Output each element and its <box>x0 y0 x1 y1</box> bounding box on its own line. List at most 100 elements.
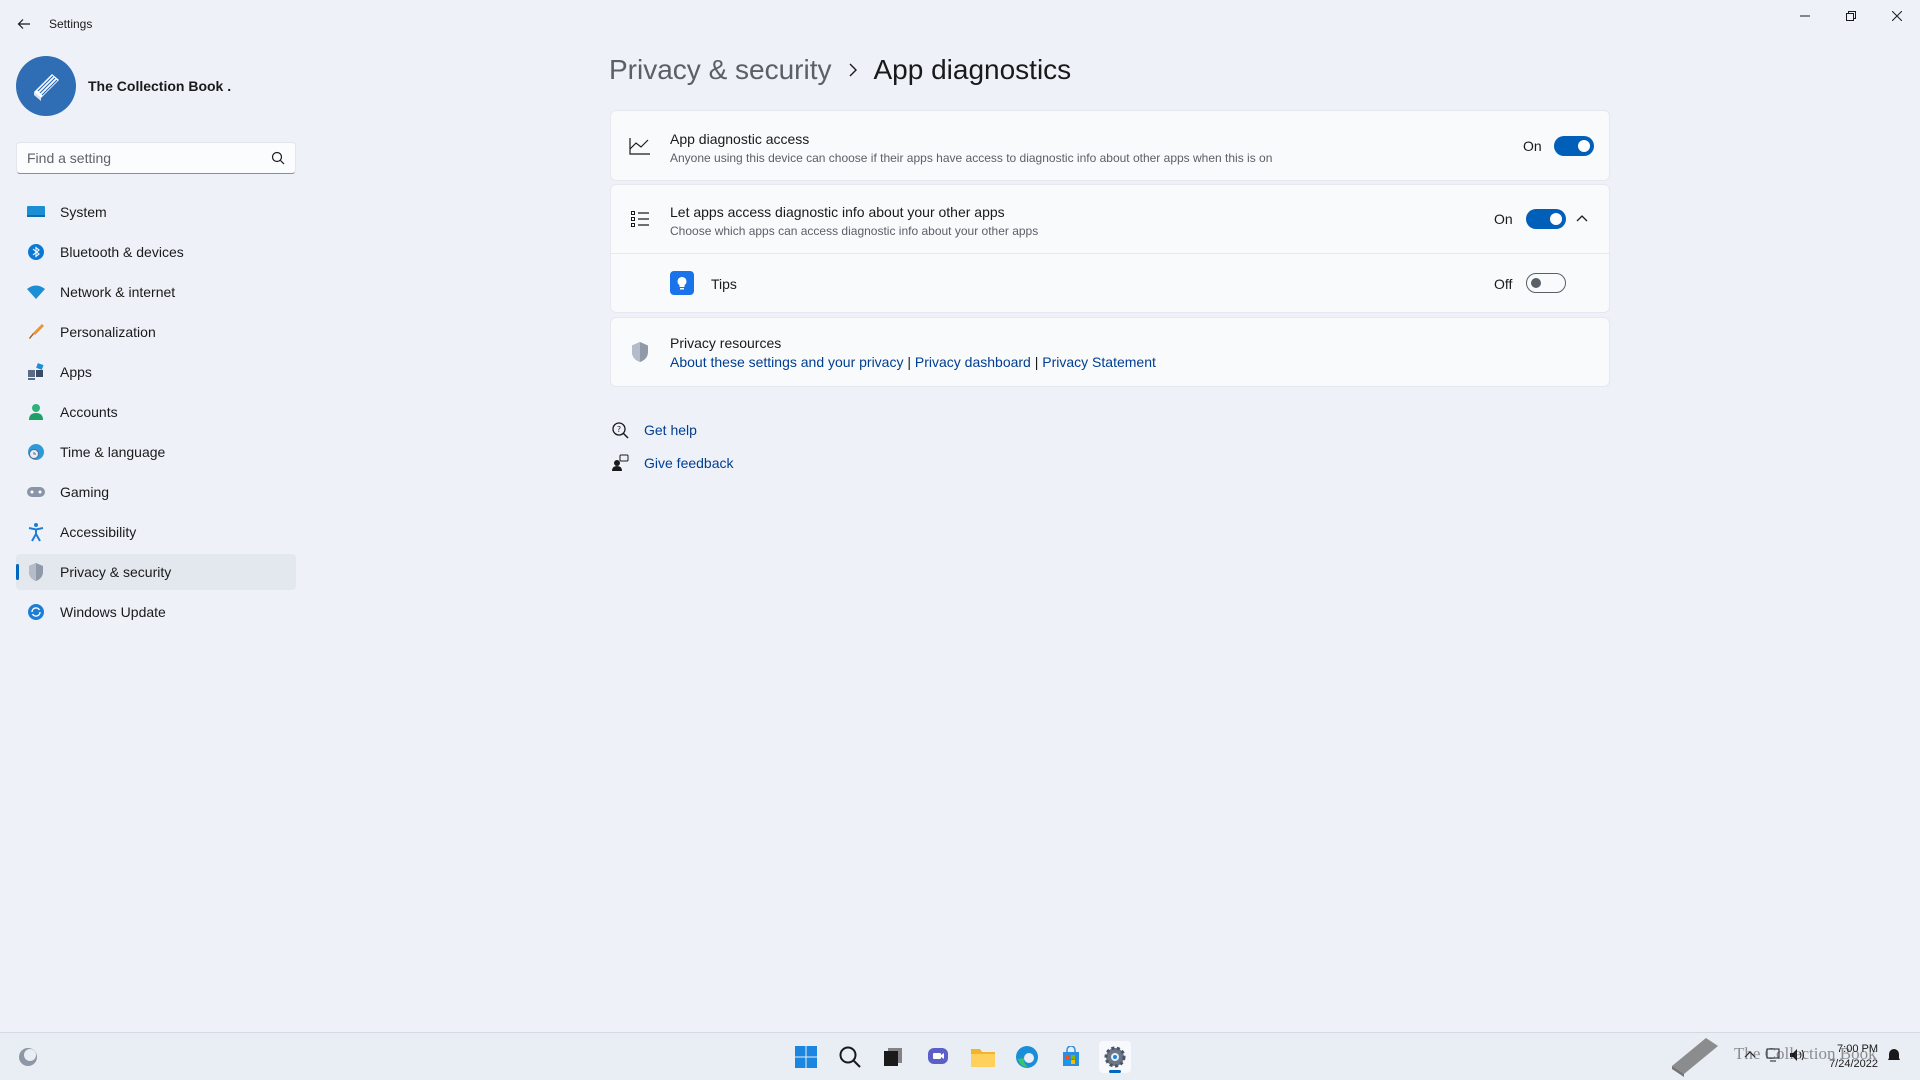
taskbar: 7:00 PM 7/24/2022 <box>0 1032 1920 1080</box>
sidebar-item-apps[interactable]: Apps <box>16 354 296 390</box>
start-icon[interactable] <box>790 1041 822 1073</box>
title-bar: Settings <box>0 0 1920 48</box>
toggle-state-label: On <box>1523 138 1542 154</box>
accessibility-icon <box>26 522 46 542</box>
settings-app-icon[interactable] <box>1099 1041 1131 1073</box>
apps-icon <box>26 362 46 382</box>
page-title: App diagnostics <box>873 54 1072 85</box>
search-box[interactable] <box>16 142 296 174</box>
task-view-icon[interactable] <box>877 1041 909 1073</box>
get-help-icon: ? <box>610 420 630 440</box>
close-button[interactable] <box>1874 0 1920 32</box>
app-diagnostic-toggle[interactable] <box>1554 136 1594 156</box>
wifi-icon <box>26 282 46 302</box>
sidebar-item-label: Time & language <box>60 444 166 460</box>
app-diagnostic-access-card: App diagnostic access Anyone using this … <box>610 110 1610 181</box>
link-separator: | <box>1034 354 1039 370</box>
sidebar-nav: System Bluetooth & devices Network & int… <box>16 194 296 634</box>
widgets-icon[interactable] <box>12 1041 44 1073</box>
privacy-dashboard-link[interactable]: Privacy dashboard <box>915 354 1031 370</box>
user-profile[interactable]: The Collection Book . <box>16 56 231 116</box>
file-explorer-icon[interactable] <box>967 1041 999 1073</box>
setting-description: Choose which apps can access diagnostic … <box>670 224 1039 238</box>
search-icon[interactable] <box>271 151 285 165</box>
sidebar-item-label: Network & internet <box>60 284 176 300</box>
let-apps-access-card: Let apps access diagnostic info about yo… <box>610 184 1610 313</box>
avatar <box>16 56 76 116</box>
chat-icon[interactable] <box>922 1041 954 1073</box>
about-privacy-link[interactable]: About these settings and your privacy <box>670 354 903 370</box>
app-title: Settings <box>49 17 93 31</box>
update-icon <box>26 602 46 622</box>
tips-app-icon <box>670 271 694 295</box>
toggle-state-label: Off <box>1494 276 1513 292</box>
search-input[interactable] <box>17 143 257 173</box>
store-icon[interactable] <box>1055 1041 1087 1073</box>
setting-description: Anyone using this device can choose if t… <box>670 151 1273 165</box>
setting-title: App diagnostic access <box>670 131 810 147</box>
shield-icon <box>26 562 46 582</box>
tips-label: Tips <box>711 276 737 292</box>
breadcrumb-parent[interactable]: Privacy & security <box>609 54 832 86</box>
edge-browser-icon[interactable] <box>1011 1041 1043 1073</box>
diagnostic-chart-icon <box>629 135 651 157</box>
sidebar-item-system[interactable]: System <box>16 194 296 230</box>
setting-title: Privacy resources <box>670 335 782 351</box>
sidebar-item-bluetooth[interactable]: Bluetooth & devices <box>16 234 296 270</box>
restore-icon <box>1846 11 1856 21</box>
sidebar-item-label: Windows Update <box>60 604 166 620</box>
get-help-row[interactable]: ? Get help <box>610 420 697 440</box>
brush-icon <box>26 322 46 342</box>
sidebar-item-accounts[interactable]: Accounts <box>16 394 296 430</box>
give-feedback-row[interactable]: Give feedback <box>610 453 734 473</box>
sidebar-item-time-language[interactable]: Time & language <box>16 434 296 470</box>
back-button[interactable] <box>12 12 36 36</box>
sidebar-item-label: Personalization <box>60 324 156 340</box>
sidebar-item-label: System <box>60 204 107 220</box>
sidebar-item-windows-update[interactable]: Windows Update <box>16 594 296 630</box>
globe-clock-icon <box>26 442 46 462</box>
tips-toggle[interactable] <box>1526 273 1566 293</box>
get-help-link[interactable]: Get help <box>644 422 697 438</box>
sidebar-item-accessibility[interactable]: Accessibility <box>16 514 296 550</box>
notification-icon[interactable] <box>1886 1047 1902 1063</box>
profile-name: The Collection Book . <box>88 78 232 94</box>
svg-text:?: ? <box>617 425 621 434</box>
close-icon <box>1892 11 1902 21</box>
sidebar-item-gaming[interactable]: Gaming <box>16 474 296 510</box>
feedback-icon <box>610 453 630 473</box>
sidebar-item-label: Privacy & security <box>60 564 172 580</box>
toggle-state-label: On <box>1494 211 1513 227</box>
setting-title: Let apps access diagnostic info about yo… <box>670 204 1005 220</box>
bluetooth-icon <box>26 242 46 262</box>
breadcrumb: Privacy & security App diagnostics <box>609 54 1071 86</box>
divider <box>611 253 1609 254</box>
privacy-statement-link[interactable]: Privacy Statement <box>1042 354 1156 370</box>
sidebar-item-label: Bluetooth & devices <box>60 244 184 260</box>
sidebar-item-label: Apps <box>60 364 92 380</box>
list-icon <box>629 208 651 230</box>
sidebar-item-label: Gaming <box>60 484 110 500</box>
chevron-up-icon[interactable] <box>1574 211 1590 227</box>
person-icon <box>26 402 46 422</box>
privacy-links: About these settings and your privacy | … <box>670 354 1156 370</box>
minimize-button[interactable] <box>1782 0 1828 32</box>
chevron-right-icon <box>848 63 858 77</box>
link-separator: | <box>907 354 911 370</box>
give-feedback-link[interactable]: Give feedback <box>644 455 734 471</box>
watermark-text: The Collection Book <box>1734 1044 1877 1063</box>
sidebar-item-network[interactable]: Network & internet <box>16 274 296 310</box>
restore-button[interactable] <box>1828 0 1874 32</box>
sidebar-item-privacy-security[interactable]: Privacy & security <box>16 554 296 590</box>
book-watermark-icon <box>1672 1038 1718 1077</box>
sidebar-item-personalization[interactable]: Personalization <box>16 314 296 350</box>
monitor-icon <box>26 202 46 222</box>
back-arrow-icon <box>17 19 30 29</box>
shield-icon <box>629 341 651 363</box>
search-icon[interactable] <box>834 1041 866 1073</box>
gamepad-icon <box>26 482 46 502</box>
book-logo-icon <box>34 74 59 101</box>
let-apps-toggle[interactable] <box>1526 209 1566 229</box>
sidebar-item-label: Accounts <box>60 404 118 420</box>
sidebar-item-label: Accessibility <box>60 524 137 540</box>
